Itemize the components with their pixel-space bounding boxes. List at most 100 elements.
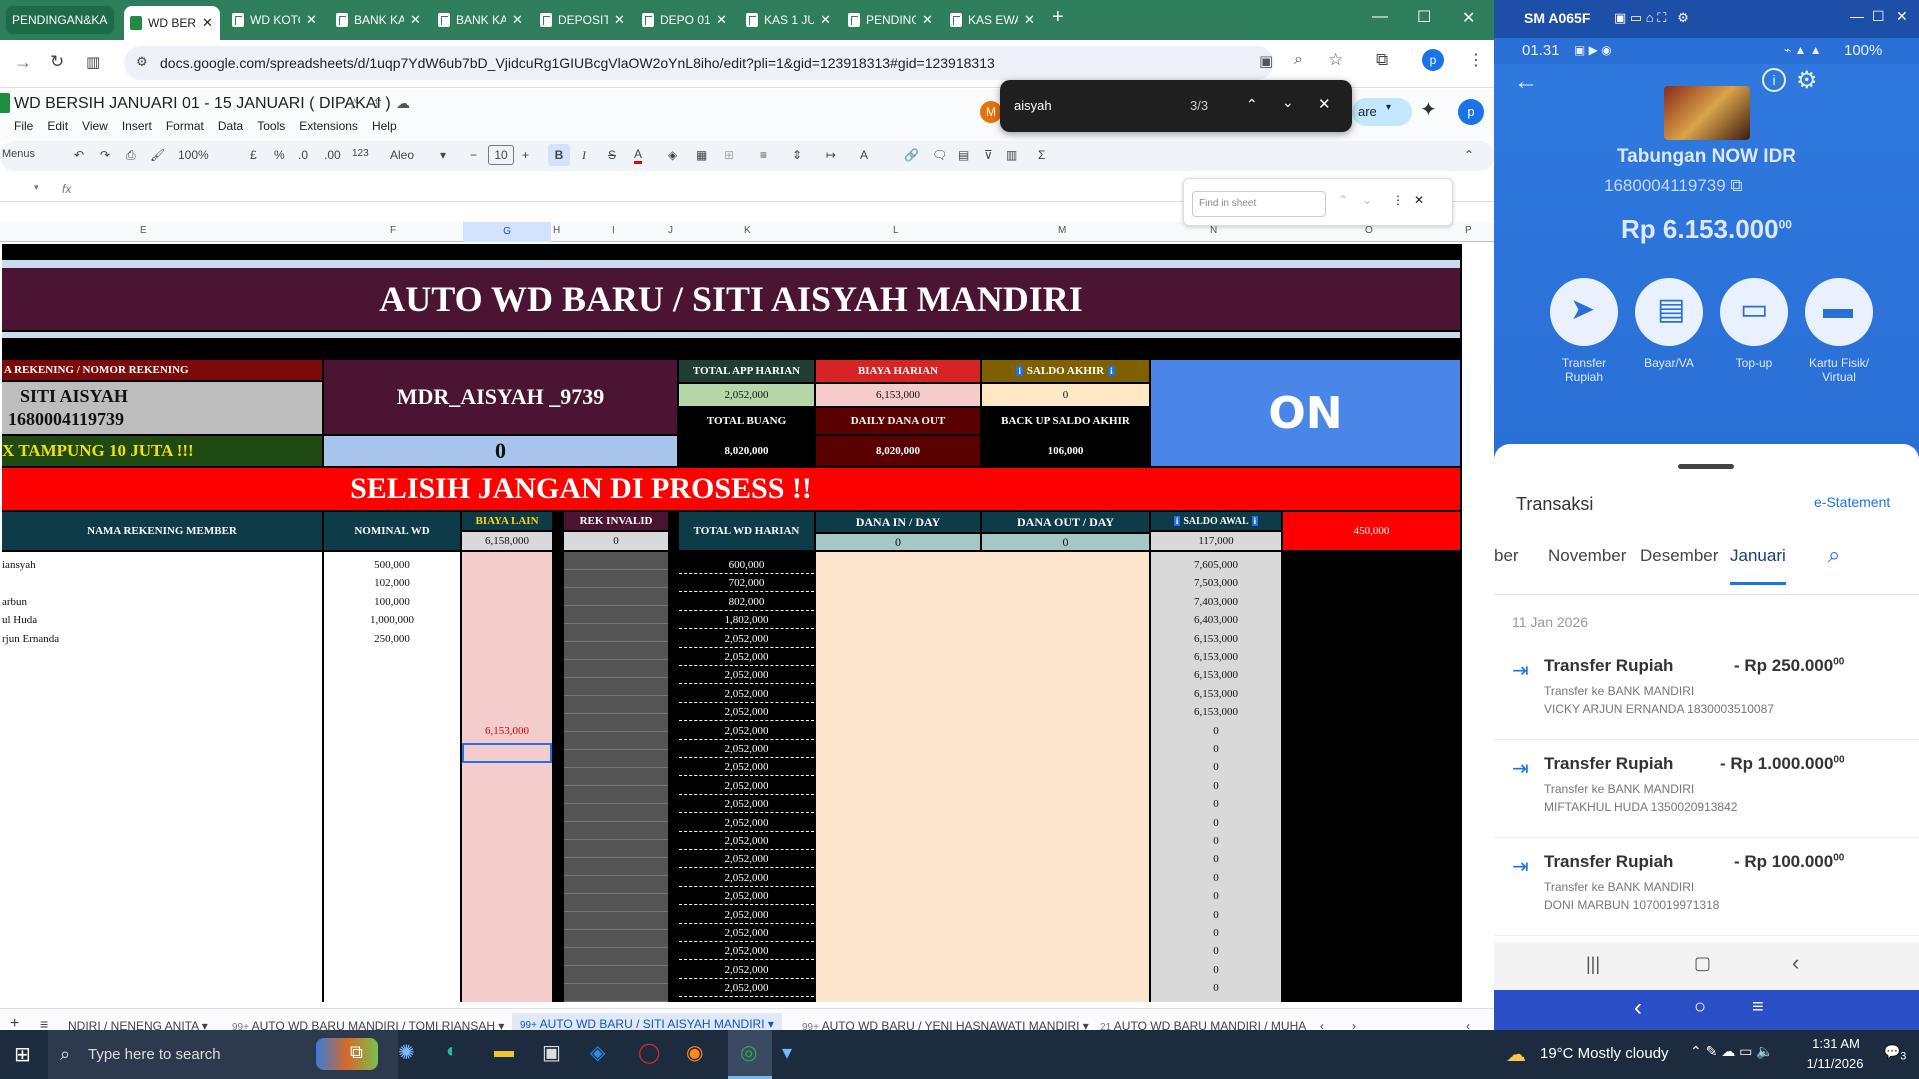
total-wd-cell[interactable]: 2,052,000 (679, 740, 814, 758)
saldo-awal-cell[interactable]: 0 (1151, 869, 1281, 887)
col-p[interactable]: P (1465, 225, 1472, 236)
member-name-cell[interactable] (2, 648, 202, 666)
chart-icon[interactable]: ▤ (958, 148, 969, 162)
browser-menu-icon[interactable]: ⋮ (1468, 50, 1484, 70)
profile-avatar[interactable]: p (1422, 49, 1444, 71)
e-statement-link[interactable]: e-Statement (1814, 494, 1890, 510)
taskbar-search[interactable]: ⌕ Type here to search (48, 1030, 398, 1079)
decrease-font-size-icon[interactable]: − (470, 148, 477, 162)
share-dropdown-icon[interactable]: ▾ (1386, 102, 1391, 113)
decrease-decimal-button[interactable]: .0 (298, 148, 308, 162)
member-name-cell[interactable] (2, 666, 202, 684)
sidepanel-toggle-icon[interactable]: ‹ (1466, 1019, 1470, 1030)
recent-apps-icon[interactable]: ||| (1586, 954, 1600, 975)
action-top-up[interactable]: ▭ Top-up (1719, 278, 1789, 370)
copy-icon[interactable]: ⧉ (1730, 176, 1742, 195)
nominal-wd-cell[interactable] (324, 869, 460, 887)
total-wd-cell[interactable]: 2,052,000 (679, 832, 814, 850)
weather-text[interactable]: 19°C Mostly cloudy (1540, 1045, 1669, 1062)
search-menus[interactable]: Menus (2, 148, 35, 160)
total-wd-cell[interactable]: 2,052,000 (679, 777, 814, 795)
saldo-awal-cell[interactable]: 6,153,000 (1151, 648, 1281, 666)
tab-bank-kas-2[interactable]: BANK KA ✕ (432, 6, 532, 34)
find-in-sheet-more-icon[interactable]: ⋮ (1392, 193, 1404, 207)
site-info-icon[interactable]: ⚙ (136, 54, 148, 70)
nominal-wd-cell[interactable]: 102,000 (324, 574, 460, 592)
saldo-awal-cell[interactable]: 0 (1151, 942, 1281, 960)
total-wd-cell[interactable]: 2,052,000 (679, 979, 814, 998)
tab-kas-ewa[interactable]: KAS EWA ✕ (944, 6, 1044, 34)
tab-pendingan[interactable]: PENDINGAN&KAS JA (6, 6, 114, 34)
chrome-taskbar-button[interactable]: ◎ (728, 1030, 772, 1079)
sheet-tab-yeni[interactable]: 99+ AUTO WD BARU / YENI HASNAWATI MANDIR… (802, 1019, 1089, 1030)
member-name-cell[interactable]: ul Huda (2, 611, 202, 629)
member-name-cell[interactable] (2, 703, 202, 721)
member-name-cell[interactable] (2, 942, 202, 960)
col-o[interactable]: O (1365, 225, 1373, 236)
copilot-icon[interactable]: ✺ (398, 1040, 415, 1065)
close-tab-icon[interactable]: ✕ (306, 12, 317, 28)
saldo-awal-cell[interactable]: 6,153,000 (1151, 630, 1281, 648)
close-tab-icon[interactable]: ✕ (922, 12, 933, 28)
saldo-awal-cell[interactable]: 0 (1151, 850, 1281, 868)
member-name-cell[interactable] (2, 777, 202, 795)
nominal-wd-cell[interactable]: 500,000 (324, 556, 460, 574)
total-wd-cell[interactable]: 2,052,000 (679, 685, 814, 703)
month-tab-november[interactable]: November (1548, 546, 1626, 566)
member-name-cell[interactable]: iansyah (2, 556, 202, 574)
phone-minimize-icon[interactable]: — (1850, 8, 1864, 24)
saldo-awal-cell[interactable]: 0 (1151, 758, 1281, 776)
nominal-wd-cell[interactable]: 250,000 (324, 630, 460, 648)
transaction-item[interactable]: ⇥ Transfer Rupiah - Rp 100.00000 Transfe… (1494, 840, 1919, 936)
total-wd-cell[interactable]: 702,000 (679, 574, 814, 593)
find-input[interactable]: aisyah (1014, 98, 1052, 113)
link-icon[interactable]: 🔗 (904, 148, 919, 162)
biaya-lain-cell[interactable]: 6,153,000 (462, 722, 552, 740)
phone-link-icon[interactable]: ▾ (782, 1040, 792, 1065)
phone-close-icon[interactable]: ✕ (1896, 8, 1908, 25)
borders-icon[interactable]: ▦ (696, 148, 707, 162)
text-color-button[interactable]: A (634, 148, 643, 164)
member-name-cell[interactable]: arbun (2, 593, 202, 611)
tab-kas-1-jut[interactable]: KAS 1 JUT✕ (740, 6, 840, 34)
home-icon[interactable]: ▢ (1694, 953, 1711, 974)
scroll-tabs-right-icon[interactable]: › (1352, 1019, 1356, 1030)
nominal-wd-cell[interactable]: 100,000 (324, 593, 460, 611)
nominal-wd-cell[interactable] (324, 703, 460, 721)
find-close-icon[interactable]: ✕ (1318, 95, 1331, 113)
doc-title[interactable]: WD BERSIH JANUARI 01 - 15 JANUARI ( DIPA… (14, 95, 391, 113)
col-g[interactable]: G (463, 222, 551, 242)
add-sheet-icon[interactable]: + (10, 1015, 19, 1030)
menu-edit[interactable]: Edit (47, 119, 68, 133)
italic-button[interactable]: I (582, 148, 586, 163)
sheet-tab-muha[interactable]: 21 AUTO WD BARU MANDIRI / MUHA (1100, 1019, 1306, 1030)
account-avatar[interactable]: p (1458, 99, 1484, 125)
nominal-wd-cell[interactable] (324, 961, 460, 979)
member-name-cell[interactable] (2, 887, 202, 905)
functions-icon[interactable]: Σ (1038, 148, 1045, 162)
saldo-awal-cell[interactable]: 0 (1151, 961, 1281, 979)
saldo-awal-cell[interactable]: 0 (1151, 777, 1281, 795)
find-in-sheet-input[interactable]: Find in sheet (1192, 191, 1326, 217)
paint-format-icon[interactable]: 🖌 (150, 148, 165, 162)
find-prev-icon[interactable]: ⌃ (1246, 96, 1258, 113)
total-wd-cell[interactable]: 2,052,000 (679, 942, 814, 961)
tab-deposit[interactable]: DEPOSIT ✕ (534, 6, 634, 34)
tab-pending[interactable]: PENDING ✕ (842, 6, 942, 34)
search-icon[interactable]: ⌕ (1828, 542, 1840, 568)
merge-cells-icon[interactable]: ⊞ (724, 148, 734, 162)
sheet-tab-siti-aisyah[interactable]: 99+ AUTO WD BARU / SITI AISYAH MANDIRI ▾ (512, 1013, 782, 1030)
scroll-tabs-left-icon[interactable]: ‹ (1320, 1019, 1324, 1030)
collapse-toolbar-icon[interactable]: ⌃ (1464, 148, 1474, 162)
member-name-cell[interactable] (2, 979, 202, 997)
nominal-wd-cell[interactable] (324, 648, 460, 666)
tab-depo[interactable]: DEPO 01- ✕ (636, 6, 736, 34)
increase-decimal-button[interactable]: .00 (324, 148, 341, 162)
total-wd-cell[interactable]: 2,052,000 (679, 758, 814, 777)
extensions-icon[interactable]: ⧉ (1376, 50, 1388, 70)
total-wd-cell[interactable]: 2,052,000 (679, 722, 814, 740)
menu-help[interactable]: Help (372, 119, 397, 133)
member-name-cell[interactable] (2, 924, 202, 942)
action-transfer-rupiah[interactable]: ➤ Transfer Rupiah (1549, 278, 1619, 384)
month-tab-januari[interactable]: Januari (1730, 546, 1786, 585)
